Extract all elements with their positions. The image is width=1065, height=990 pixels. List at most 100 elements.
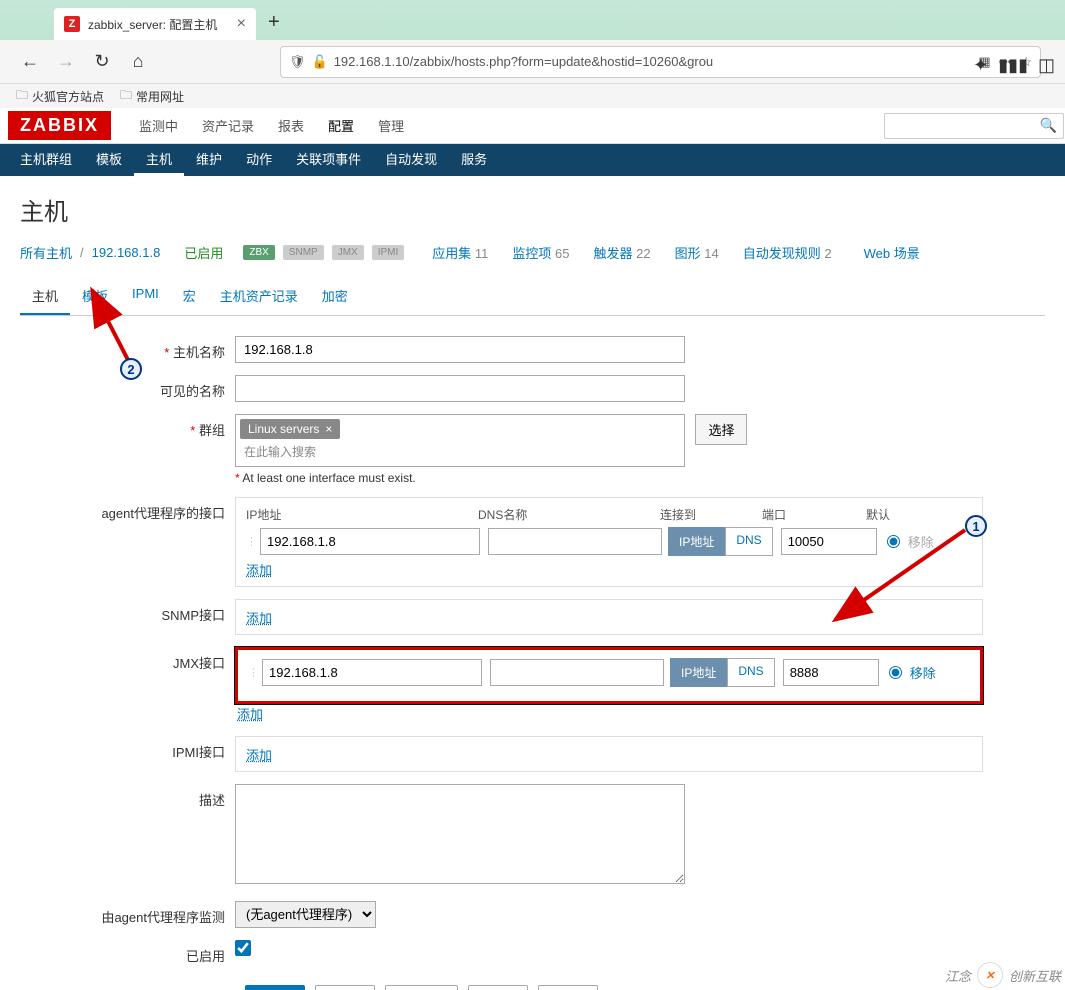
- hostname-input[interactable]: [235, 336, 685, 363]
- visiblename-input[interactable]: [235, 375, 685, 402]
- stat-apps[interactable]: 应用集 11: [432, 243, 488, 262]
- tab-title: zabbix_server: 配置主机: [88, 16, 237, 33]
- library-icon[interactable]: ▮▮▮: [998, 55, 1028, 76]
- agent-default-radio[interactable]: [887, 535, 900, 548]
- forward-button[interactable]: →: [52, 48, 80, 76]
- description-textarea[interactable]: [235, 784, 685, 884]
- subnav-maintenance[interactable]: 维护: [184, 144, 234, 176]
- monitored-label: 由agent代理程序监测: [20, 901, 235, 926]
- home-button[interactable]: ⌂: [124, 48, 152, 76]
- subnav-discovery[interactable]: 自动发现: [373, 144, 449, 176]
- ipmi-add-link[interactable]: 添加: [246, 748, 272, 763]
- jmx-add-link[interactable]: 添加: [237, 707, 263, 722]
- agent-port-input[interactable]: [781, 528, 877, 555]
- visiblename-label: 可见的名称: [20, 375, 235, 400]
- breadcrumb-sep: /: [80, 245, 84, 260]
- agent-if-label: agent代理程序的接口: [20, 497, 235, 522]
- interface-hint: At least one interface must exist.: [242, 471, 415, 485]
- tab-macros[interactable]: 宏: [171, 278, 208, 315]
- stat-graphs[interactable]: 图形 14: [675, 243, 719, 262]
- snmp-interface-box: 添加: [235, 599, 983, 635]
- tab-close-icon[interactable]: ×: [237, 15, 246, 33]
- tab-encryption[interactable]: 加密: [310, 278, 360, 315]
- group-tag-linux[interactable]: Linux servers×: [240, 419, 340, 439]
- folder-icon: 🗀: [16, 86, 28, 107]
- bookmark-firefox[interactable]: 🗀 火狐官方站点: [16, 86, 104, 107]
- browser-tab[interactable]: Z zabbix_server: 配置主机 ×: [54, 8, 256, 40]
- nav-config[interactable]: 配置: [316, 108, 366, 143]
- groups-label: 群组: [199, 423, 225, 438]
- stat-web2[interactable]: Web 场景: [864, 243, 920, 262]
- clone-button[interactable]: 克隆: [315, 985, 375, 990]
- group-placeholder: 在此输入搜索: [240, 441, 680, 462]
- jmx-interface-box: ⋮⋮ IP地址 DNS 移除: [235, 647, 983, 704]
- subnav-services[interactable]: 服务: [449, 144, 499, 176]
- jmx-port-input[interactable]: [783, 659, 879, 686]
- search-icon[interactable]: 🔍: [1040, 117, 1057, 134]
- new-tab-button[interactable]: +: [268, 11, 280, 34]
- url-text: 192.168.1.10/zabbix/hosts.php?form=updat…: [334, 54, 979, 69]
- groups-select-button[interactable]: 选择: [695, 414, 747, 445]
- reload-button[interactable]: ↻: [88, 48, 116, 76]
- address-bar[interactable]: 🛡 🔓 192.168.1.10/zabbix/hosts.php?form=u…: [280, 46, 1041, 78]
- hdr-port: 端口: [762, 506, 866, 523]
- agent-remove-link: 移除: [908, 532, 934, 551]
- agent-conn-ip[interactable]: IP地址: [668, 527, 725, 556]
- tab-favicon: Z: [64, 16, 80, 32]
- agent-ip-input[interactable]: [260, 528, 480, 555]
- nav-admin[interactable]: 管理: [366, 108, 416, 143]
- breadcrumb-all-hosts[interactable]: 所有主机: [20, 243, 72, 262]
- hdr-ip: IP地址: [246, 506, 478, 523]
- agent-add-link[interactable]: 添加: [246, 563, 272, 578]
- subnav-hostgroups[interactable]: 主机群组: [8, 144, 84, 176]
- delete-button[interactable]: 删除: [468, 985, 528, 990]
- agent-dns-input[interactable]: [488, 528, 662, 555]
- tab-host[interactable]: 主机: [20, 278, 70, 315]
- stat-discovery[interactable]: 自动发现规则 2: [743, 243, 832, 262]
- zabbix-logo[interactable]: ZABBIX: [8, 111, 111, 140]
- tab-ipmi[interactable]: IPMI: [120, 278, 171, 315]
- agent-conn-dns[interactable]: DNS: [725, 527, 772, 556]
- status-enabled: 已启用: [184, 243, 223, 262]
- jmx-conn-dns[interactable]: DNS: [727, 658, 774, 687]
- hostname-label: 主机名称: [173, 345, 225, 360]
- jmx-default-radio[interactable]: [889, 666, 902, 679]
- sidebar-icon[interactable]: ◫: [1038, 55, 1055, 76]
- subnav-hosts[interactable]: 主机: [134, 144, 184, 176]
- stat-items[interactable]: 监控项 65: [512, 243, 569, 262]
- watermark: 江念 ✕ 创新互联: [945, 962, 1061, 988]
- search-input[interactable]: [884, 113, 1064, 139]
- snmp-add-link[interactable]: 添加: [246, 611, 272, 626]
- tab-templates[interactable]: 模板: [70, 278, 120, 315]
- back-button[interactable]: ←: [16, 48, 44, 76]
- breadcrumb-host[interactable]: 192.168.1.8: [92, 245, 161, 260]
- monitored-select[interactable]: (无agent代理程序): [235, 901, 376, 928]
- hdr-dns: DNS名称: [478, 506, 660, 523]
- drag-handle-icon[interactable]: ⋮⋮: [246, 535, 256, 548]
- agent-interface-box: IP地址 DNS名称 连接到 端口 默认 ⋮⋮ IP地址 DNS: [235, 497, 983, 587]
- page-title: 主机: [20, 192, 1045, 227]
- subnav-correlation[interactable]: 关联项事件: [284, 144, 373, 176]
- fullclone-button[interactable]: 全克隆: [385, 985, 458, 990]
- permission-icon: 🔓: [312, 54, 328, 70]
- bookmark-common[interactable]: 🗀 常用网址: [120, 86, 184, 107]
- tab-inventory[interactable]: 主机资产记录: [208, 278, 310, 315]
- cancel-button[interactable]: 取消: [538, 985, 598, 990]
- folder-icon: 🗀: [120, 86, 132, 107]
- drag-handle-icon[interactable]: ⋮⋮: [248, 666, 258, 679]
- jmx-dns-input[interactable]: [490, 659, 664, 686]
- groups-input-box[interactable]: Linux servers× 在此输入搜索: [235, 414, 685, 467]
- jmx-conn-ip[interactable]: IP地址: [670, 658, 727, 687]
- jmx-ip-input[interactable]: [262, 659, 482, 686]
- nav-inventory[interactable]: 资产记录: [190, 108, 266, 143]
- update-button[interactable]: 更新: [245, 985, 305, 990]
- subnav-templates[interactable]: 模板: [84, 144, 134, 176]
- jmx-remove-link[interactable]: 移除: [910, 663, 936, 682]
- enabled-checkbox[interactable]: [235, 940, 251, 956]
- stat-triggers[interactable]: 触发器 22: [594, 243, 651, 262]
- extension-icon[interactable]: ✦: [973, 55, 988, 76]
- group-tag-remove-icon[interactable]: ×: [325, 422, 332, 436]
- nav-monitoring[interactable]: 监测中: [127, 108, 190, 143]
- nav-reports[interactable]: 报表: [266, 108, 316, 143]
- subnav-actions[interactable]: 动作: [234, 144, 284, 176]
